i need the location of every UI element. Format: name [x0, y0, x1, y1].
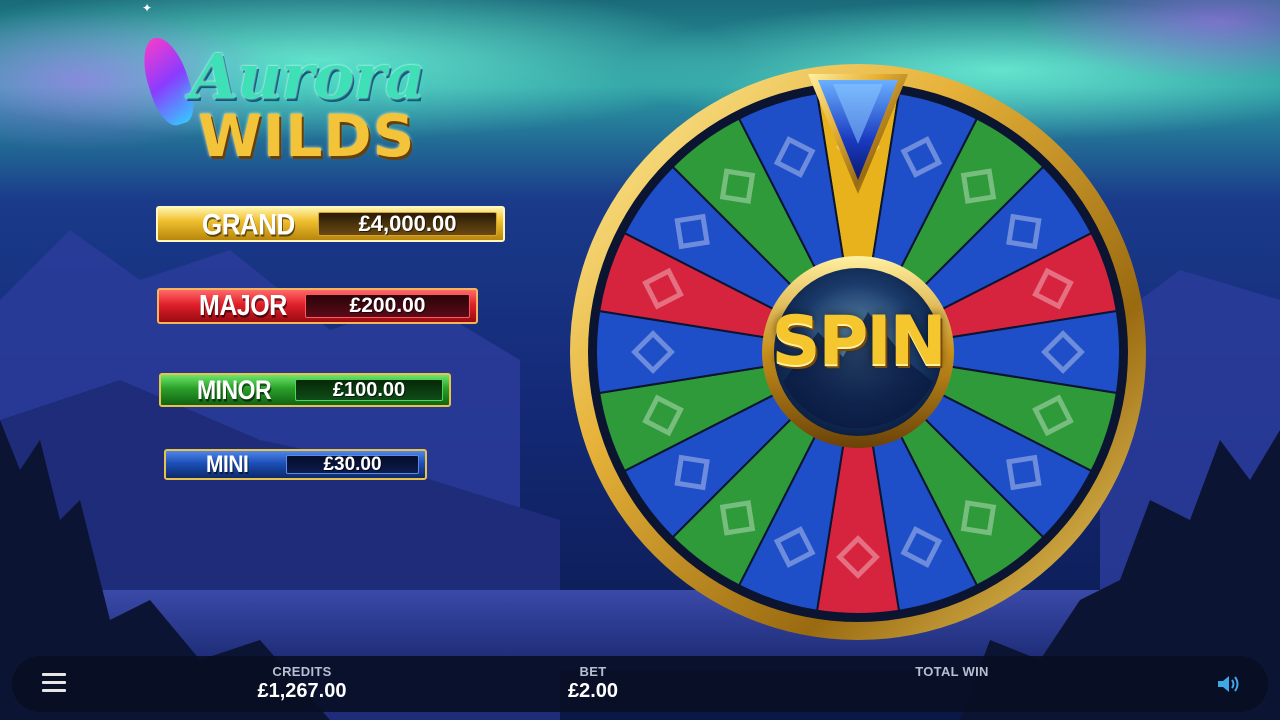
- jackpot-mini: MINI £30.00: [164, 449, 427, 480]
- game-logo: Aurora WILDS: [135, 30, 425, 170]
- jackpot-mini-label: MINI: [206, 450, 249, 478]
- credits-label: CREDITS: [272, 664, 332, 679]
- bet-label: BET: [579, 664, 607, 679]
- svg-text:✦: ✦: [142, 1, 152, 15]
- jackpot-grand-label: GRAND: [202, 206, 295, 241]
- jackpot-minor: MINOR £100.00: [159, 373, 451, 407]
- speaker-icon[interactable]: [1216, 673, 1242, 695]
- total-win-display: TOTAL WIN: [902, 664, 1002, 680]
- jackpot-mini-value: £30.00: [286, 454, 419, 475]
- jackpot-major: MAJOR £200.00: [157, 288, 478, 324]
- jackpot-grand: GRAND £4,000.00: [156, 206, 505, 242]
- total-win-label: TOTAL WIN: [915, 664, 989, 679]
- spin-label: SPIN: [771, 302, 946, 381]
- credits-value: £1,267.00: [257, 680, 347, 702]
- jackpot-major-value: £200.00: [305, 294, 470, 318]
- jackpot-minor-value: £100.00: [295, 379, 443, 401]
- bet-value: £2.00: [567, 680, 619, 702]
- logo-title-wilds: WILDS: [198, 102, 416, 170]
- hamburger-menu-icon[interactable]: [42, 673, 66, 695]
- spin-button[interactable]: SPIN: [760, 250, 956, 446]
- jackpot-minor-label: MINOR: [197, 374, 272, 405]
- credits-display: CREDITS £1,267.00: [238, 664, 366, 703]
- bet-display[interactable]: BET £2.00: [552, 664, 634, 703]
- jackpot-major-label: MAJOR: [199, 289, 287, 322]
- jackpot-grand-value: £4,000.00: [318, 211, 497, 236]
- bottom-bar: CREDITS £1,267.00 BET £2.00 TOTAL WIN: [12, 656, 1268, 712]
